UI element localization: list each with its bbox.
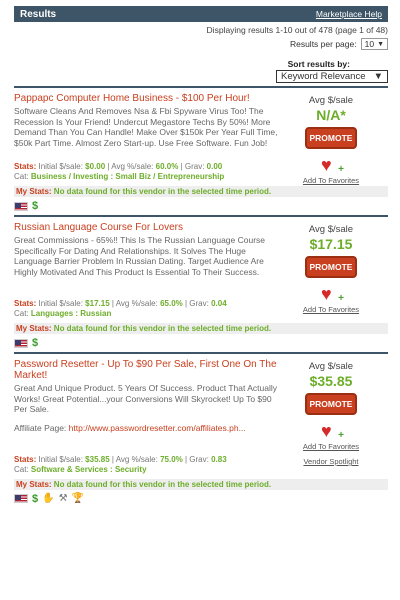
result-actions: Avg $/sale N/A* PROMOTE ♥ + Add To Favori…: [296, 95, 366, 185]
tools-icon: ⚒: [58, 493, 68, 504]
per-page-select[interactable]: 10 ▼: [360, 38, 388, 50]
grav-label: Grav:: [189, 454, 209, 464]
pct-label: Avg %/sale:: [115, 454, 158, 464]
sort-select[interactable]: Keyword Relevance ▼: [276, 70, 388, 83]
result-icons: $ ✋ ⚒ 🏆: [14, 493, 388, 505]
product-description: Software Cleans And Removes Nsa & Fbi Sp…: [14, 106, 278, 148]
my-stats-text: No data found for this vendor in the sel…: [53, 187, 272, 196]
my-stats-label: My Stats:: [16, 187, 52, 196]
category-value[interactable]: Business / Investing : Small Biz / Entre…: [31, 172, 224, 181]
add-to-favorites-link[interactable]: Add To Favorites: [303, 442, 359, 451]
grav-label: Grav:: [189, 299, 209, 308]
grav-value: 0.83: [211, 454, 227, 464]
pct-label: Avg %/sale:: [111, 162, 154, 171]
my-stats-label: My Stats:: [16, 479, 52, 489]
promote-button[interactable]: PROMOTE: [305, 393, 357, 415]
sort-label: Sort results by:: [287, 59, 350, 69]
heart-plus-icon[interactable]: ♥ +: [321, 285, 344, 304]
avg-sale-value: $35.85: [309, 373, 353, 389]
cat-label: Cat:: [14, 172, 29, 181]
pct-value: 60.0%: [155, 162, 179, 171]
initial-label: Initial $/sale:: [38, 162, 83, 171]
affiliate-page-label: Affiliate Page:: [14, 422, 67, 433]
dollar-icon: $: [32, 200, 39, 212]
result-item: Password Resetter - Up To $90 Per Sale, …: [14, 352, 388, 505]
per-page-value: 10: [364, 39, 375, 49]
flag-us-icon: [14, 494, 28, 503]
marketplace-results: Results Marketplace Help Displaying resu…: [0, 0, 400, 600]
avg-sale-label: Avg $/sale: [308, 95, 354, 106]
result-actions: Avg $/sale $35.85 PROMOTE ♥ + Add To Favo…: [296, 361, 366, 466]
result-item: Russian Language Course For Lovers Great…: [14, 215, 388, 349]
result-actions: Avg $/sale $17.15 PROMOTE ♥ + Add To Favo…: [296, 224, 366, 314]
category-line: Cat: Software & Services : Security: [14, 465, 388, 475]
dollar-icon: $: [32, 337, 39, 349]
cat-label: Cat:: [14, 464, 29, 474]
product-description: Great And Unique Product. 5 Years Of Suc…: [14, 383, 278, 414]
affiliate-page-link[interactable]: http://www.passwordresetter.com/affiliat…: [69, 423, 246, 433]
per-page-label: Results per page:: [289, 39, 357, 49]
promote-button[interactable]: PROMOTE: [305, 127, 357, 149]
sort-control: Sort results by: Keyword Relevance ▼: [14, 59, 388, 83]
results-header: Results Marketplace Help: [14, 6, 388, 22]
spotlight-icon: ✋: [42, 493, 55, 504]
promote-button[interactable]: PROMOTE: [305, 256, 357, 278]
product-title-link[interactable]: Russian Language Course For Lovers: [14, 222, 284, 233]
chevron-down-icon: ▼: [377, 40, 384, 48]
my-stats-text: No data found for this vendor in the sel…: [53, 479, 272, 489]
my-stats-label: My Stats:: [16, 324, 52, 333]
stats-label: Stats:: [14, 454, 37, 464]
sort-value: Keyword Relevance: [281, 71, 366, 82]
results-count: Displaying results 1-10 out of 478 (page…: [206, 25, 388, 35]
stats-label: Stats:: [14, 299, 37, 308]
category-value[interactable]: Software & Services : Security: [31, 465, 147, 474]
product-description: Great Commissions - 65%!! This Is The Ru…: [14, 235, 266, 277]
product-title-link[interactable]: Pappapc Computer Home Business - $100 Pe…: [14, 93, 284, 104]
avg-sale-label: Avg $/sale: [308, 361, 354, 372]
per-page-control: Results per page: 10 ▼: [14, 38, 388, 50]
chevron-down-icon: ▼: [373, 71, 383, 82]
add-to-favorites-link[interactable]: Add To Favorites: [303, 176, 359, 185]
marketplace-help-link[interactable]: Marketplace Help: [316, 9, 382, 19]
result-item: Pappapc Computer Home Business - $100 Pe…: [14, 86, 388, 212]
add-to-favorites-link[interactable]: Add To Favorites: [303, 305, 359, 314]
my-stats-text: No data found for this vendor in the sel…: [53, 324, 272, 333]
vendor-spotlight-link[interactable]: Vendor Spotlight: [303, 457, 358, 466]
pct-value: 65.0%: [160, 299, 183, 308]
result-icons: $: [14, 337, 388, 349]
grav-label: Grav:: [184, 162, 205, 171]
flag-us-icon: [14, 201, 28, 211]
flag-us-icon: [14, 338, 28, 348]
avg-sale-value: $17.15: [309, 236, 353, 252]
result-icons: $: [14, 200, 388, 212]
initial-value: $35.85: [85, 454, 110, 464]
cat-label: Cat:: [14, 309, 29, 318]
stats-label: Stats:: [14, 162, 37, 171]
affiliate-page-line: Affiliate Page: http://www.passwordreset…: [14, 423, 284, 433]
pct-value: 75.0%: [160, 454, 183, 464]
heart-plus-icon[interactable]: ♥ +: [321, 422, 344, 441]
grav-value: 0.04: [211, 299, 227, 308]
dollar-icon: $: [32, 492, 39, 505]
category-value[interactable]: Languages : Russian: [31, 309, 111, 318]
initial-value: $17.15: [85, 299, 110, 308]
grav-value: 0.00: [206, 162, 223, 171]
trophy-icon: 🏆: [71, 493, 84, 504]
my-stats-line: My Stats: No data found for this vendor …: [14, 186, 388, 197]
my-stats-line: My Stats: No data found for this vendor …: [14, 323, 388, 334]
initial-label: Initial $/sale:: [38, 299, 83, 308]
avg-sale-label: Avg $/sale: [308, 224, 354, 235]
initial-label: Initial $/sale:: [38, 454, 83, 464]
pct-label: Avg %/sale:: [115, 299, 158, 308]
initial-value: $0.00: [85, 162, 106, 171]
heart-plus-icon[interactable]: ♥ +: [321, 156, 344, 175]
my-stats-line: My Stats: No data found for this vendor …: [14, 478, 388, 490]
product-title-link[interactable]: Password Resetter - Up To $90 Per Sale, …: [14, 359, 284, 381]
page-title: Results: [20, 8, 57, 20]
avg-sale-value: N/A*: [316, 107, 346, 123]
